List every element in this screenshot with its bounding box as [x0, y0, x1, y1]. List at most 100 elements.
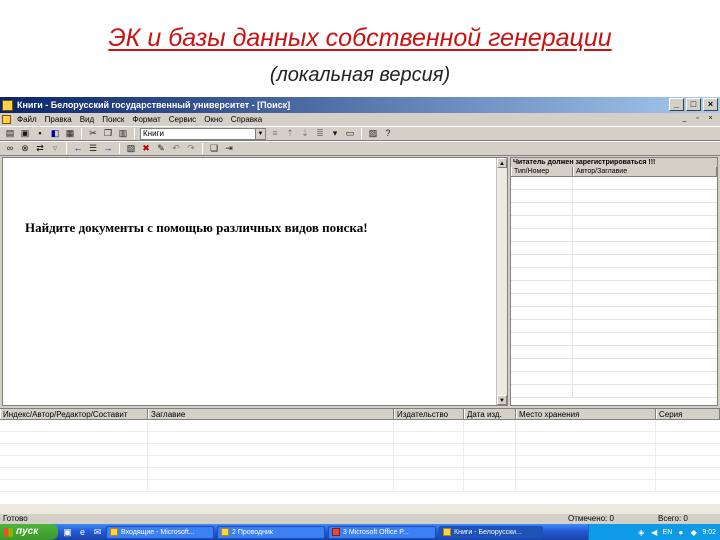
antivirus-icon[interactable]: ●: [676, 528, 685, 537]
list-item[interactable]: [511, 190, 717, 203]
scroll-down-icon[interactable]: ▼: [497, 395, 507, 405]
close-button[interactable]: ×: [703, 98, 718, 111]
paste-icon[interactable]: ▥: [117, 128, 129, 139]
column-publisher[interactable]: Издательство: [394, 409, 464, 419]
back-arrow-icon[interactable]: ←: [72, 143, 84, 154]
task-inbox[interactable]: Входящие - Microsoft...: [106, 525, 214, 539]
scroll-up-icon[interactable]: ▲: [497, 158, 507, 168]
view-icon[interactable]: ▭: [344, 128, 356, 139]
filter-icon[interactable]: ▾: [329, 128, 341, 139]
start-label: пуск: [16, 526, 39, 537]
redo-icon[interactable]: ↷: [185, 143, 197, 154]
binoculars-icon[interactable]: ∞: [4, 143, 16, 154]
table-row[interactable]: [0, 420, 720, 432]
sort-icon[interactable]: ≣: [314, 128, 326, 139]
menu-file[interactable]: Файл: [13, 113, 41, 126]
replace-icon[interactable]: ⇄: [34, 143, 46, 154]
list-item[interactable]: [511, 203, 717, 216]
undo-icon[interactable]: ↶: [170, 143, 182, 154]
window-titlebar[interactable]: Книги - Белорусский государственный унив…: [0, 97, 720, 113]
maximize-button[interactable]: □: [686, 98, 701, 111]
mail-icon[interactable]: ✉: [92, 527, 103, 538]
list-item[interactable]: [511, 333, 717, 346]
forward-arrow-icon[interactable]: →: [102, 143, 114, 154]
exit-icon[interactable]: ⇥: [223, 143, 235, 154]
menu-tools[interactable]: Сервис: [165, 113, 200, 126]
list-item[interactable]: [511, 372, 717, 385]
column-location[interactable]: Место хранения: [516, 409, 656, 419]
table-row[interactable]: [0, 456, 720, 468]
column-title[interactable]: Заглавие: [148, 409, 394, 419]
list-item[interactable]: [511, 359, 717, 372]
menu-help[interactable]: Справка: [227, 113, 266, 126]
minimize-button[interactable]: _: [669, 98, 684, 111]
export-icon[interactable]: ◧: [49, 128, 61, 139]
task-explorer[interactable]: 2 Проводник: [217, 525, 325, 539]
menu-view[interactable]: Вид: [76, 113, 98, 126]
browser-icon[interactable]: e: [77, 527, 88, 538]
print-icon[interactable]: ▦: [64, 128, 76, 139]
cut-icon[interactable]: ✂: [87, 128, 99, 139]
database-select[interactable]: Книги ▼: [140, 127, 266, 140]
save-icon[interactable]: ▪: [34, 128, 46, 139]
table-row[interactable]: [0, 432, 720, 444]
column-pub-date[interactable]: Дата изд.: [464, 409, 516, 419]
show-desktop-icon[interactable]: ▣: [62, 527, 73, 538]
find-next-icon[interactable]: ⊗: [19, 143, 31, 154]
menu-search[interactable]: Поиск: [98, 113, 128, 126]
list-item[interactable]: [511, 177, 717, 190]
list-item[interactable]: [511, 242, 717, 255]
column-author-title[interactable]: Автор/Заглавие: [573, 167, 717, 176]
menu-format[interactable]: Формат: [128, 113, 164, 126]
copy-icon[interactable]: ❐: [102, 128, 114, 139]
task-powerpoint[interactable]: 3 Microsoft Office P...: [328, 525, 436, 539]
results-table-header: Индекс/Автор/Редактор/Составит Заглавие …: [0, 409, 720, 420]
list-item[interactable]: [511, 294, 717, 307]
list-item[interactable]: [511, 307, 717, 320]
tray-app-icon[interactable]: ◆: [689, 528, 698, 537]
task-library-app[interactable]: Книги - Белорусски...: [439, 525, 543, 539]
chevron-down-icon[interactable]: ▼: [255, 128, 265, 139]
horizontal-scrollbar[interactable]: [0, 504, 720, 514]
open-folder-icon[interactable]: ▣: [19, 128, 31, 139]
column-type-number[interactable]: Тип/Номер: [511, 167, 573, 176]
list-item[interactable]: [511, 385, 717, 398]
search-options-icon[interactable]: ▿: [49, 143, 61, 154]
column-series[interactable]: Серия: [656, 409, 720, 419]
list-icon[interactable]: ☰: [87, 143, 99, 154]
tray-clock: 9:02: [702, 528, 716, 536]
sort-down-icon[interactable]: ⇣: [299, 128, 311, 139]
column-index-author[interactable]: Индекс/Автор/Редактор/Составит: [0, 409, 148, 419]
sort-up-icon[interactable]: ⇡: [284, 128, 296, 139]
list-item[interactable]: [511, 320, 717, 333]
start-button[interactable]: пуск: [0, 524, 58, 540]
list-item[interactable]: [511, 255, 717, 268]
window-icon[interactable]: ❏: [208, 143, 220, 154]
new-document-icon[interactable]: ▤: [4, 128, 16, 139]
book-icon: [443, 528, 451, 536]
format-icon[interactable]: ≡: [269, 128, 281, 139]
list-item[interactable]: [511, 281, 717, 294]
language-indicator[interactable]: EN: [663, 529, 673, 536]
table-row[interactable]: [0, 480, 720, 492]
vertical-scrollbar[interactable]: ▲ ▼: [496, 158, 507, 405]
volume-icon[interactable]: ◀: [650, 528, 659, 537]
help-icon[interactable]: ?: [382, 128, 394, 139]
edit-icon[interactable]: ✎: [155, 143, 167, 154]
record-icon[interactable]: ▧: [125, 143, 137, 154]
mdi-restore-button[interactable]: ▫: [692, 114, 703, 124]
document-icon[interactable]: [2, 115, 11, 124]
list-item[interactable]: [511, 216, 717, 229]
table-row[interactable]: [0, 444, 720, 456]
mdi-minimize-button[interactable]: _: [679, 114, 690, 124]
table-row[interactable]: [0, 468, 720, 480]
menu-edit[interactable]: Правка: [41, 113, 76, 126]
menu-window[interactable]: Окно: [200, 113, 227, 126]
network-icon[interactable]: ◈: [637, 528, 646, 537]
delete-mark-icon[interactable]: ✖: [140, 143, 152, 154]
list-item[interactable]: [511, 346, 717, 359]
print-preview-icon[interactable]: ▨: [367, 128, 379, 139]
list-item[interactable]: [511, 229, 717, 242]
mdi-close-button[interactable]: ×: [705, 114, 716, 124]
list-item[interactable]: [511, 268, 717, 281]
